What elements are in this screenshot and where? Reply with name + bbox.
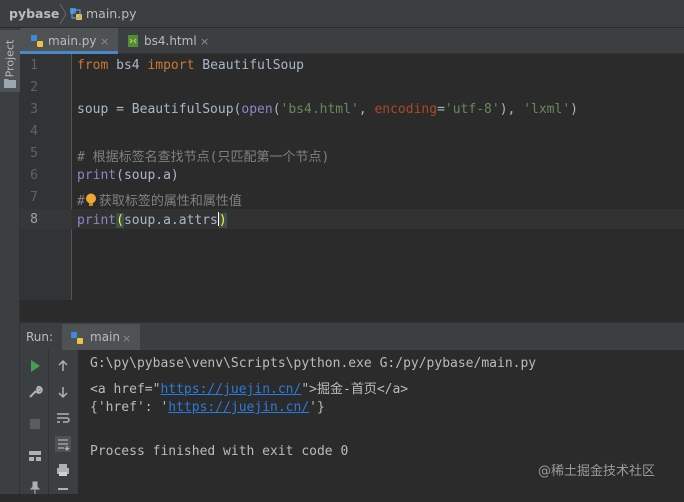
code-text: ,	[358, 102, 375, 117]
editor-empty-area[interactable]	[72, 300, 684, 322]
folder-icon	[4, 79, 16, 88]
code-text: )	[570, 102, 578, 117]
comment-hash: #	[77, 194, 85, 209]
code-line-6[interactable]: print(soup.a)	[77, 168, 179, 183]
console-command-line: G:\py\pybase\venv\Scripts\python.exe G:/…	[90, 356, 537, 371]
code-text: soup.a.attrs	[123, 213, 218, 228]
console-text: ">掘金-首页</a>	[301, 382, 409, 397]
console-link[interactable]: https://juejin.cn/	[160, 382, 301, 397]
comment-text: 获取标签的属性和属性值	[98, 194, 242, 209]
console-output-line: {'href': 'https://juejin.cn/'}	[90, 400, 325, 415]
soft-wrap-icon[interactable]	[55, 410, 71, 426]
left-tool-strip	[0, 28, 20, 494]
watermark: @稀土掘金技术社区	[538, 464, 656, 479]
html-file-icon	[128, 35, 138, 47]
toolbar-divider	[48, 350, 49, 494]
matched-paren: )	[218, 213, 227, 228]
line-number: 1	[30, 58, 38, 73]
tab-bs4-label: bs4.html	[144, 34, 197, 48]
console-text: {'href': '	[90, 400, 169, 415]
builtin-print: print	[77, 168, 117, 183]
breadcrumb-separator-icon	[59, 3, 67, 25]
string-literal: 'bs4.html'	[280, 102, 359, 117]
rerun-icon[interactable]	[27, 358, 43, 374]
code-text: ),	[499, 102, 524, 117]
code-text: (soup.a)	[116, 168, 179, 183]
keyword-import: import	[147, 58, 195, 73]
string-literal: 'lxml'	[523, 102, 571, 117]
python-run-config-icon	[71, 332, 83, 344]
console-text: '}	[309, 400, 325, 415]
code-text: soup = BeautifulSoup(	[77, 102, 242, 117]
run-tab-close-icon[interactable]: ×	[122, 332, 131, 345]
run-label: Run:	[26, 330, 54, 344]
line-number: 5	[30, 146, 38, 161]
import-name: BeautifulSoup	[194, 58, 304, 73]
wrench-icon[interactable]	[27, 384, 43, 400]
code-line-7[interactable]: # 获取标签的属性和属性值	[77, 190, 242, 209]
line-number: 3	[30, 102, 38, 117]
arrow-up-icon[interactable]	[55, 358, 71, 374]
line-number: 6	[30, 168, 38, 183]
console-link[interactable]: https://juejin.cn/	[168, 400, 309, 415]
breadcrumb-project[interactable]: pybase	[9, 6, 59, 21]
trash-icon[interactable]	[55, 486, 71, 502]
gutter-lower	[20, 300, 72, 322]
line-number: 7	[30, 190, 38, 205]
lightbulb-icon[interactable]	[85, 193, 97, 207]
code-text: =	[437, 102, 445, 117]
console-output-line: <a href="https://juejin.cn/">掘金-首页</a>	[90, 378, 408, 397]
param-name: encoding	[374, 102, 438, 117]
code-line-1[interactable]: from bs4 import BeautifulSoup	[77, 58, 304, 73]
console-text: <a href="	[90, 382, 161, 397]
scroll-to-end-icon[interactable]	[55, 436, 71, 452]
breadcrumb-file[interactable]: main.py	[86, 6, 137, 21]
line-number: 4	[30, 124, 38, 139]
console-exit-line: Process finished with exit code 0	[90, 444, 349, 459]
tab-main-label: main.py	[48, 34, 97, 48]
matched-paren: (	[116, 213, 124, 228]
print-icon[interactable]	[55, 462, 71, 478]
stop-icon[interactable]	[27, 416, 43, 432]
code-line-5[interactable]: # 根据标签名查找节点(只匹配第一个节点)	[77, 146, 329, 165]
tab-close-icon[interactable]: ×	[200, 35, 209, 48]
python-file-icon	[70, 8, 82, 20]
line-number: 8	[30, 212, 38, 227]
code-text: (	[272, 102, 281, 117]
string-literal: 'utf-8'	[444, 102, 500, 117]
code-line-8[interactable]: print(soup.a.attrs)	[77, 212, 227, 228]
line-number: 2	[30, 80, 38, 95]
code-line-3[interactable]: soup = BeautifulSoup(open('bs4.html', en…	[77, 102, 578, 117]
module-name: bs4	[108, 58, 148, 73]
run-tab-label: main	[90, 330, 120, 344]
builtin-open: open	[241, 102, 273, 117]
python-file-icon	[31, 35, 43, 47]
arrow-down-icon[interactable]	[55, 384, 71, 400]
builtin-print: print	[77, 213, 117, 228]
keyword-from: from	[77, 58, 109, 73]
layout-icon[interactable]	[27, 448, 43, 464]
tab-close-icon[interactable]: ×	[100, 35, 109, 48]
